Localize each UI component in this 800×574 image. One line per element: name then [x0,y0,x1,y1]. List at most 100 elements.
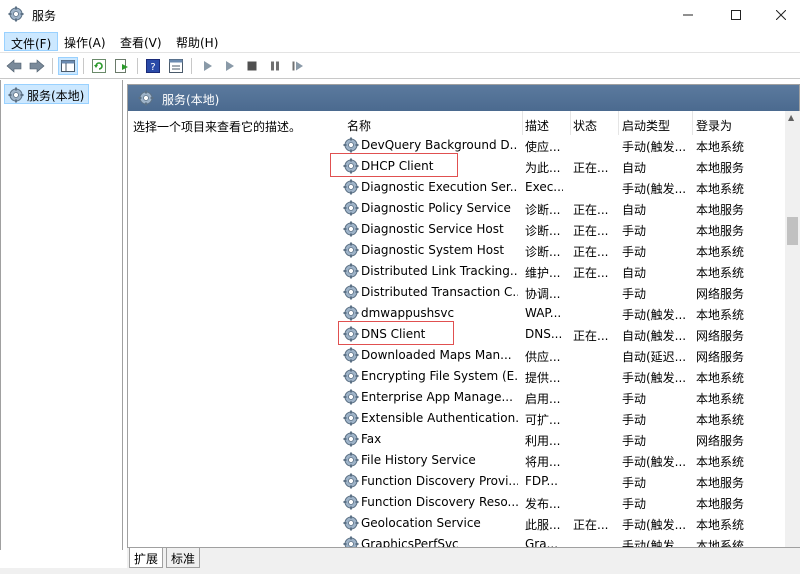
services-pane: 服务(本地) 选择一个项目来查看它的描述。 ⌃ 名称 描述 状态 启动类型 登录… [127,84,800,548]
export-list-icon [115,59,128,73]
service-log-on-as: 本地系统 [696,266,745,280]
table-row[interactable]: GraphicsPerfSvc Gra... 手动(触发... 本地系统 [330,534,750,547]
service-name: Diagnostic Policy Service [361,201,511,215]
service-log-on-as: 本地服务 [696,203,745,217]
service-log-on-as: 本地服务 [696,224,745,238]
description-hint: 选择一个项目来查看它的描述。 [133,120,302,134]
service-startup-type: 手动(触发... [622,140,687,154]
service-log-on-as: 本地系统 [696,371,745,385]
service-gear-icon [343,221,359,237]
table-row[interactable]: Encrypting File System (E... 提供... 手动(触发..… [330,366,750,387]
back-button[interactable] [4,57,24,75]
service-description: 使应... [525,140,561,154]
table-row[interactable]: Extensible Authentication... 可扩... 手动 本地系统 [330,408,750,429]
menu-help[interactable]: 帮助(H) [170,32,224,51]
column-header-status-label: 状态 [573,119,598,133]
start-service-button[interactable] [198,57,218,75]
service-gear-icon [343,347,359,363]
refresh-button[interactable] [89,57,109,75]
service-startup-type: 手动 [622,224,647,238]
menu-file[interactable]: 文件(F) [4,32,59,51]
service-description: DNS... [525,327,563,341]
service-description: 协调... [525,287,561,301]
scrollbar-thumb[interactable] [787,217,798,245]
service-name: dmwappushsvc [361,306,455,320]
maximize-button[interactable] [713,0,759,30]
service-startup-type: 手动 [622,497,647,511]
start-service-alt-button[interactable] [220,57,240,75]
show-hide-console-tree-button[interactable] [58,57,78,75]
column-header-status[interactable]: 状态 [571,111,619,135]
column-header-description[interactable]: 描述 [523,111,571,135]
menu-view[interactable]: 查看(V) [114,32,168,51]
table-row[interactable]: Function Discovery Provi... FDP... 手动 本地服务 [330,471,750,492]
status-bar [0,568,800,574]
service-startup-type: 手动 [622,476,647,490]
service-startup-type: 自动(延迟... [622,350,687,364]
description-pane: 选择一个项目来查看它的描述。 [128,111,330,547]
pause-service-button[interactable] [265,57,285,75]
export-list-button[interactable] [112,57,132,75]
service-gear-icon [343,410,359,426]
service-log-on-as: 本地系统 [696,245,745,259]
view-tabs: 扩展 标准 [127,548,800,568]
table-row[interactable]: Diagnostic Execution Ser... Exec... 手动(触发.… [330,177,750,198]
column-header-startup-type[interactable]: 启动类型 [619,111,693,135]
service-gear-icon [343,473,359,489]
service-gear-icon [343,179,359,195]
service-description: 利用... [525,434,561,448]
svg-text:?: ? [150,62,155,73]
service-description: 发布... [525,497,561,511]
properties-button[interactable] [166,57,186,75]
tree-item-label: 服务(本地) [27,89,85,103]
table-row[interactable]: Enterprise App Manage... 启用... 手动 本地系统 [330,387,750,408]
table-row[interactable]: File History Service 将用... 手动(触发... 本地系统 [330,450,750,471]
column-header-startup-type-label: 启动类型 [622,119,671,133]
service-name: Diagnostic Execution Ser... [361,180,518,194]
table-row[interactable]: Diagnostic Service Host 诊断... 正在... 手动 本地服务 [330,219,750,240]
service-gear-icon [343,200,359,216]
tab-extended[interactable]: 扩展 [129,548,164,568]
play-icon [204,61,212,71]
services-list[interactable]: ⌃ 名称 描述 状态 启动类型 登录为 DevQuery Background … [330,111,750,547]
service-startup-type: 手动 [622,434,647,448]
table-row[interactable]: Distributed Link Tracking... 维护... 正在... 自动… [330,261,750,282]
column-header-log-on-as-label: 登录为 [696,119,733,133]
service-description: 诊断... [525,224,561,238]
table-row[interactable]: Diagnostic Policy Service 诊断... 正在... 自动 本地服… [330,198,750,219]
forward-button[interactable] [27,57,47,75]
column-header-log-on-as[interactable]: 登录为 [693,111,750,135]
table-row[interactable]: Fax 利用... 手动 网络服务 [330,429,750,450]
stop-service-button[interactable] [242,57,262,75]
tree-item-services-local[interactable]: 服务(本地) [4,84,90,104]
minimize-button[interactable] [665,0,711,30]
service-log-on-as: 本地系统 [696,518,745,532]
service-gear-icon [343,515,359,531]
service-startup-type: 自动 [622,161,647,175]
service-log-on-as: 网络服务 [696,350,745,364]
table-row[interactable]: Diagnostic System Host 诊断... 正在... 手动 本地系统 [330,240,750,261]
tab-standard[interactable]: 标准 [166,548,201,568]
service-startup-type: 手动 [622,245,647,259]
table-row[interactable]: Distributed Transaction C... 协调... 手动 网络服务 [330,282,750,303]
back-arrow-icon [6,59,22,73]
service-description: FDP... [525,474,558,488]
table-row[interactable]: Downloaded Maps Man... 供应... 自动(延迟... 网络服务 [330,345,750,366]
menu-action[interactable]: 操作(A) [58,32,112,51]
column-header-name[interactable]: ⌃ 名称 [344,111,523,135]
pause-icon [271,61,279,71]
table-row[interactable]: Function Discovery Reso... 发布... 手动 本地服务 [330,492,750,513]
service-name: Encrypting File System (E... [361,369,518,383]
service-status: 正在... [573,518,609,532]
scroll-up-icon[interactable]: ▲ [788,113,794,122]
help-icon: ? [146,59,160,73]
restart-service-button[interactable] [288,57,308,75]
title-bar: 服务 [0,0,800,30]
annotation-highlight-box [330,153,458,177]
table-row[interactable]: Geolocation Service 此服... 正在... 手动(触发... 本地系… [330,513,750,534]
service-description: 诊断... [525,245,561,259]
help-button[interactable]: ? [143,57,163,75]
close-button[interactable] [758,0,800,30]
service-log-on-as: 本地系统 [696,140,745,154]
vertical-scrollbar[interactable]: ▲ [785,111,800,547]
